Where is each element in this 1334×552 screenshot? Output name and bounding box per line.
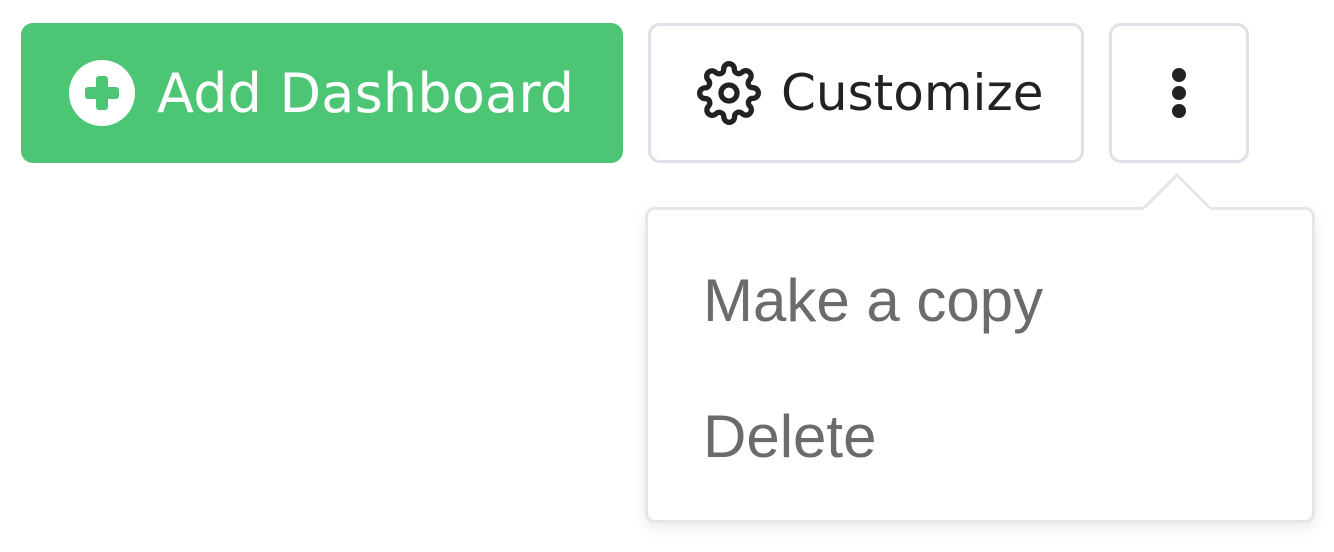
menu-item-make-a-copy[interactable]: Make a copy [703, 266, 1043, 335]
plus-circle-icon [69, 60, 135, 126]
more-vertical-icon [1172, 68, 1186, 118]
dashboard-toolbar-area: Add Dashboard Customize Make a copy Dele… [0, 0, 1334, 552]
customize-button[interactable]: Customize [648, 23, 1084, 163]
menu-item-delete[interactable]: Delete [703, 402, 876, 471]
more-options-button[interactable] [1109, 23, 1249, 163]
add-dashboard-button[interactable]: Add Dashboard [21, 23, 623, 163]
gear-icon [697, 61, 761, 125]
add-dashboard-label: Add Dashboard [157, 61, 575, 125]
more-options-menu: Make a copy Delete [645, 207, 1315, 523]
customize-label: Customize [781, 64, 1044, 122]
